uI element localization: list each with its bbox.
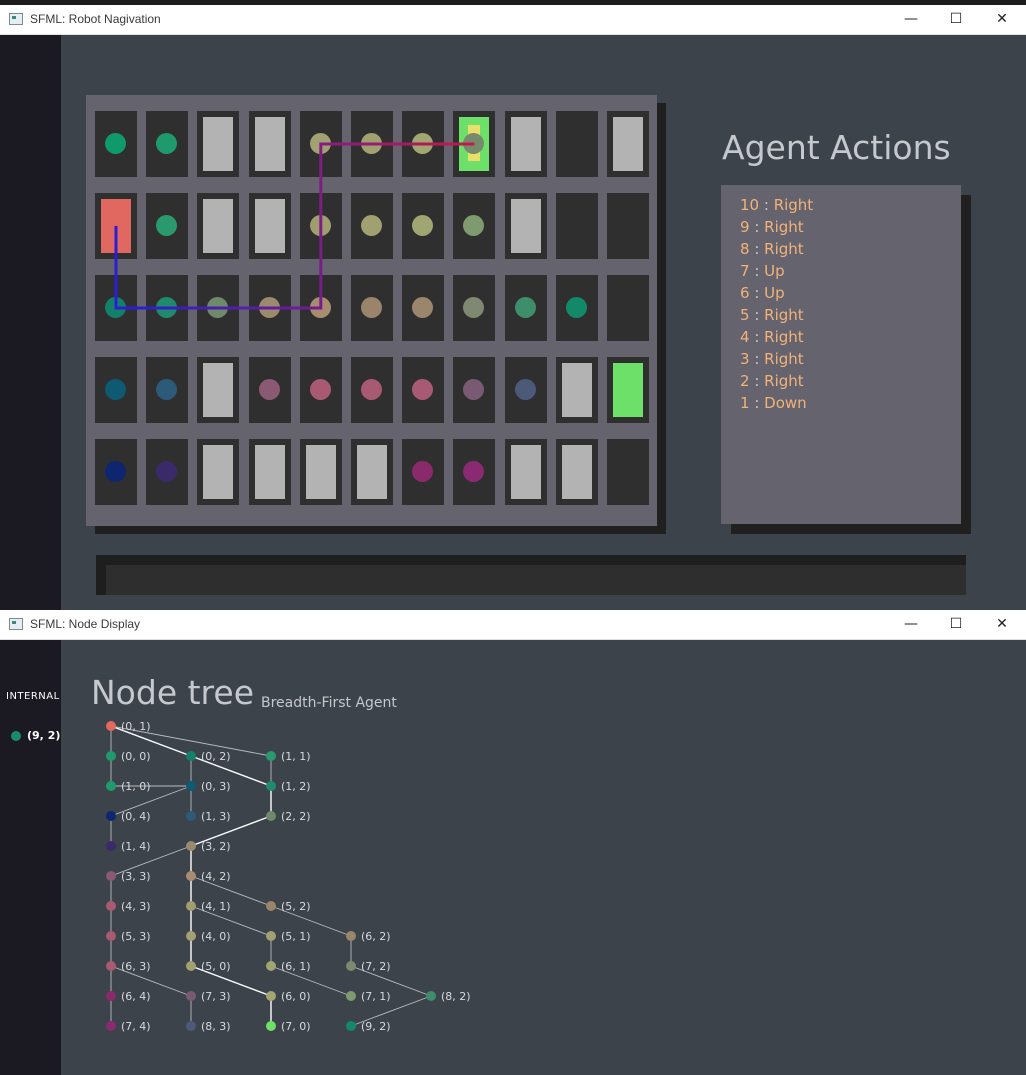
tree-node <box>346 1021 356 1031</box>
tree-node <box>186 751 196 761</box>
tree-node <box>106 871 116 881</box>
tree-node <box>186 841 196 851</box>
tree-node-label: (6, 4) <box>121 990 151 1003</box>
tree-node-label: (5, 1) <box>281 930 311 943</box>
tree-node <box>106 901 116 911</box>
tree-node <box>266 931 276 941</box>
tree-node-label: (4, 3) <box>121 900 151 913</box>
tree-node-label: (5, 3) <box>121 930 151 943</box>
tree-node <box>346 991 356 1001</box>
tree-node <box>186 961 196 971</box>
tree-node <box>186 1021 196 1031</box>
tree-node <box>346 961 356 971</box>
tree-node-label: (6, 0) <box>281 990 311 1003</box>
tree-node-label: (1, 0) <box>121 780 151 793</box>
tree-node <box>186 811 196 821</box>
tree-node <box>266 781 276 791</box>
tree-node-label: (1, 3) <box>201 810 231 823</box>
tree-node <box>186 781 196 791</box>
tree-node-label: (5, 2) <box>281 900 311 913</box>
tree-node <box>106 961 116 971</box>
tree-node <box>106 931 116 941</box>
tree-node-label: (0, 0) <box>121 750 151 763</box>
tree-node-label: (0, 3) <box>201 780 231 793</box>
tree-node <box>106 781 116 791</box>
tree-node-label: (7, 4) <box>121 1020 151 1033</box>
tree-node <box>186 991 196 1001</box>
node-tree: (0, 1) (0, 0) (0, 2) (1, 1) (1, 0) (0, 3) (1, … <box>106 720 471 1033</box>
tree-node <box>266 811 276 821</box>
tree-node-label: (7, 1) <box>361 990 391 1003</box>
tree-node-label: (5, 0) <box>201 960 231 973</box>
tree-node <box>266 751 276 761</box>
tree-node-label: (3, 3) <box>121 870 151 883</box>
tree-node-label: (8, 2) <box>441 990 471 1003</box>
tree-node-label: (7, 3) <box>201 990 231 1003</box>
tree-node-label: (0, 2) <box>201 750 231 763</box>
tree-node-label: (6, 2) <box>361 930 391 943</box>
tree-node-label: (4, 1) <box>201 900 231 913</box>
tree-node-label: (4, 2) <box>201 870 231 883</box>
tree-node <box>266 961 276 971</box>
tree-node-label: (7, 0) <box>281 1020 311 1033</box>
tree-node-label: (7, 2) <box>361 960 391 973</box>
tree-node <box>106 841 116 851</box>
tree-node <box>186 901 196 911</box>
tree-node <box>186 931 196 941</box>
tree-node-label: (3, 2) <box>201 840 231 853</box>
tree-node-label: (9, 2) <box>361 1020 391 1033</box>
tree-node <box>186 871 196 881</box>
tree-node <box>266 991 276 1001</box>
tree-node <box>426 991 436 1001</box>
tree-node-label: (6, 3) <box>121 960 151 973</box>
tree-node <box>266 901 276 911</box>
tree-node-label: (8, 3) <box>201 1020 231 1033</box>
tree-node-label: (0, 4) <box>121 810 151 823</box>
tree-node <box>106 751 116 761</box>
tree-node-label: (1, 1) <box>281 750 311 763</box>
tree-node-label: (4, 0) <box>201 930 231 943</box>
tree-node <box>106 811 116 821</box>
tree-node <box>106 991 116 1001</box>
tree-node-label: (0, 1) <box>121 720 151 733</box>
tree-node-label: (6, 1) <box>281 960 311 973</box>
tree-node-label: (2, 2) <box>281 810 311 823</box>
tree-node <box>266 1021 276 1031</box>
tree-node-label: (1, 4) <box>121 840 151 853</box>
tree-node <box>346 931 356 941</box>
tree-node <box>106 1021 116 1031</box>
tree-node <box>106 721 116 731</box>
tree-node-label: (1, 2) <box>281 780 311 793</box>
